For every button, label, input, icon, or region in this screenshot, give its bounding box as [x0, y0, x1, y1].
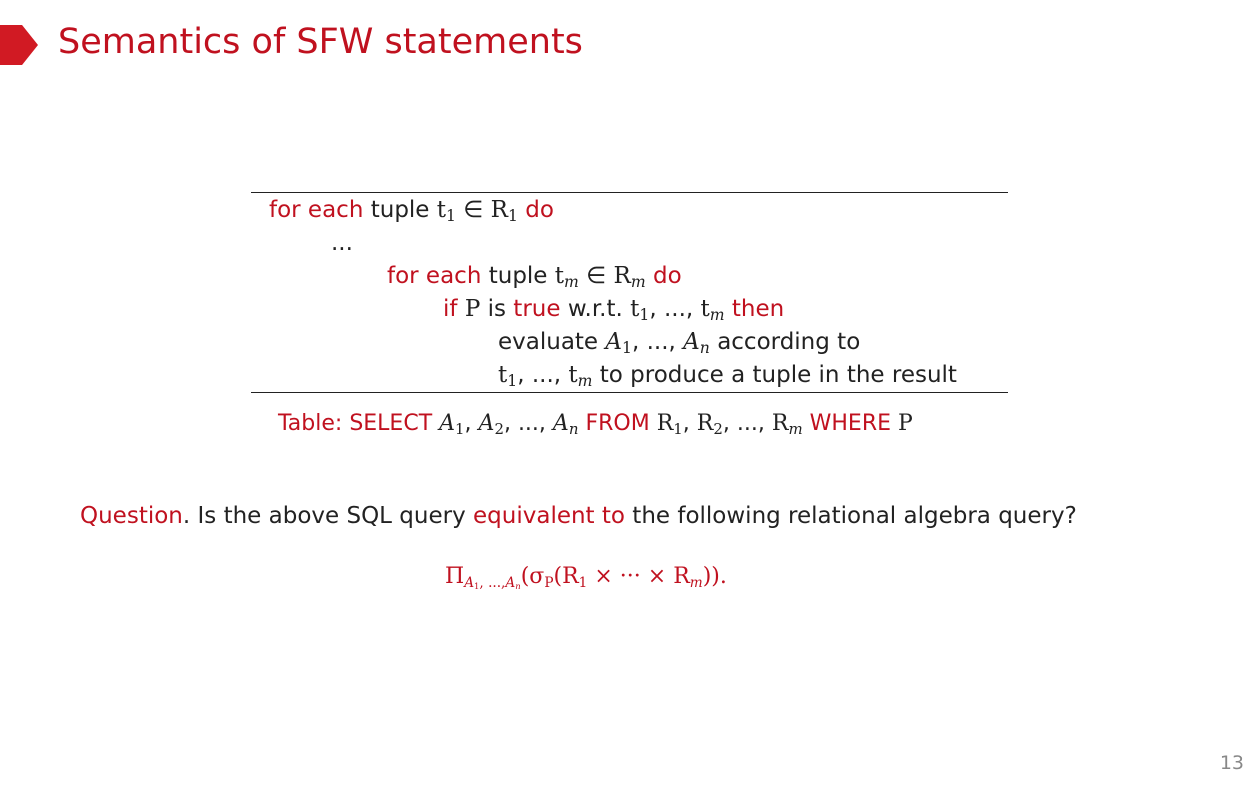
algo-line-1: for each tuple t1 ∈ R1 do	[269, 197, 554, 226]
algo-line-4: if P is true w.r.t. t1, ..., tm then	[443, 296, 785, 325]
title-marker	[0, 25, 38, 65]
algo-line-5: evaluate A1, ..., An according to	[498, 329, 861, 358]
table-caption: Table: SELECT A1, A2, ..., An FROM R1, R…	[278, 411, 913, 439]
slide-title: Semantics of SFW statements	[58, 22, 583, 62]
algo-line-2: ...	[331, 230, 353, 256]
projection-subscript: A1, ...,An	[464, 574, 521, 592]
question-text: Question. Is the above SQL query equival…	[80, 503, 1077, 529]
relational-algebra-formula: ΠA1, ...,An(σP(R1 × ··· × Rm)).	[445, 564, 727, 592]
algorithm-table: for each tuple t1 ∈ R1 do ... for each t…	[251, 192, 1008, 393]
algorithm-body: for each tuple t1 ∈ R1 do ... for each t…	[251, 193, 1008, 392]
table-bottom-rule	[251, 392, 1008, 393]
page-number: 13	[1219, 752, 1244, 774]
algo-line-6: t1, ..., tm to produce a tuple in the re…	[498, 362, 957, 391]
algo-line-3: for each tuple tm ∈ Rm do	[387, 263, 682, 292]
